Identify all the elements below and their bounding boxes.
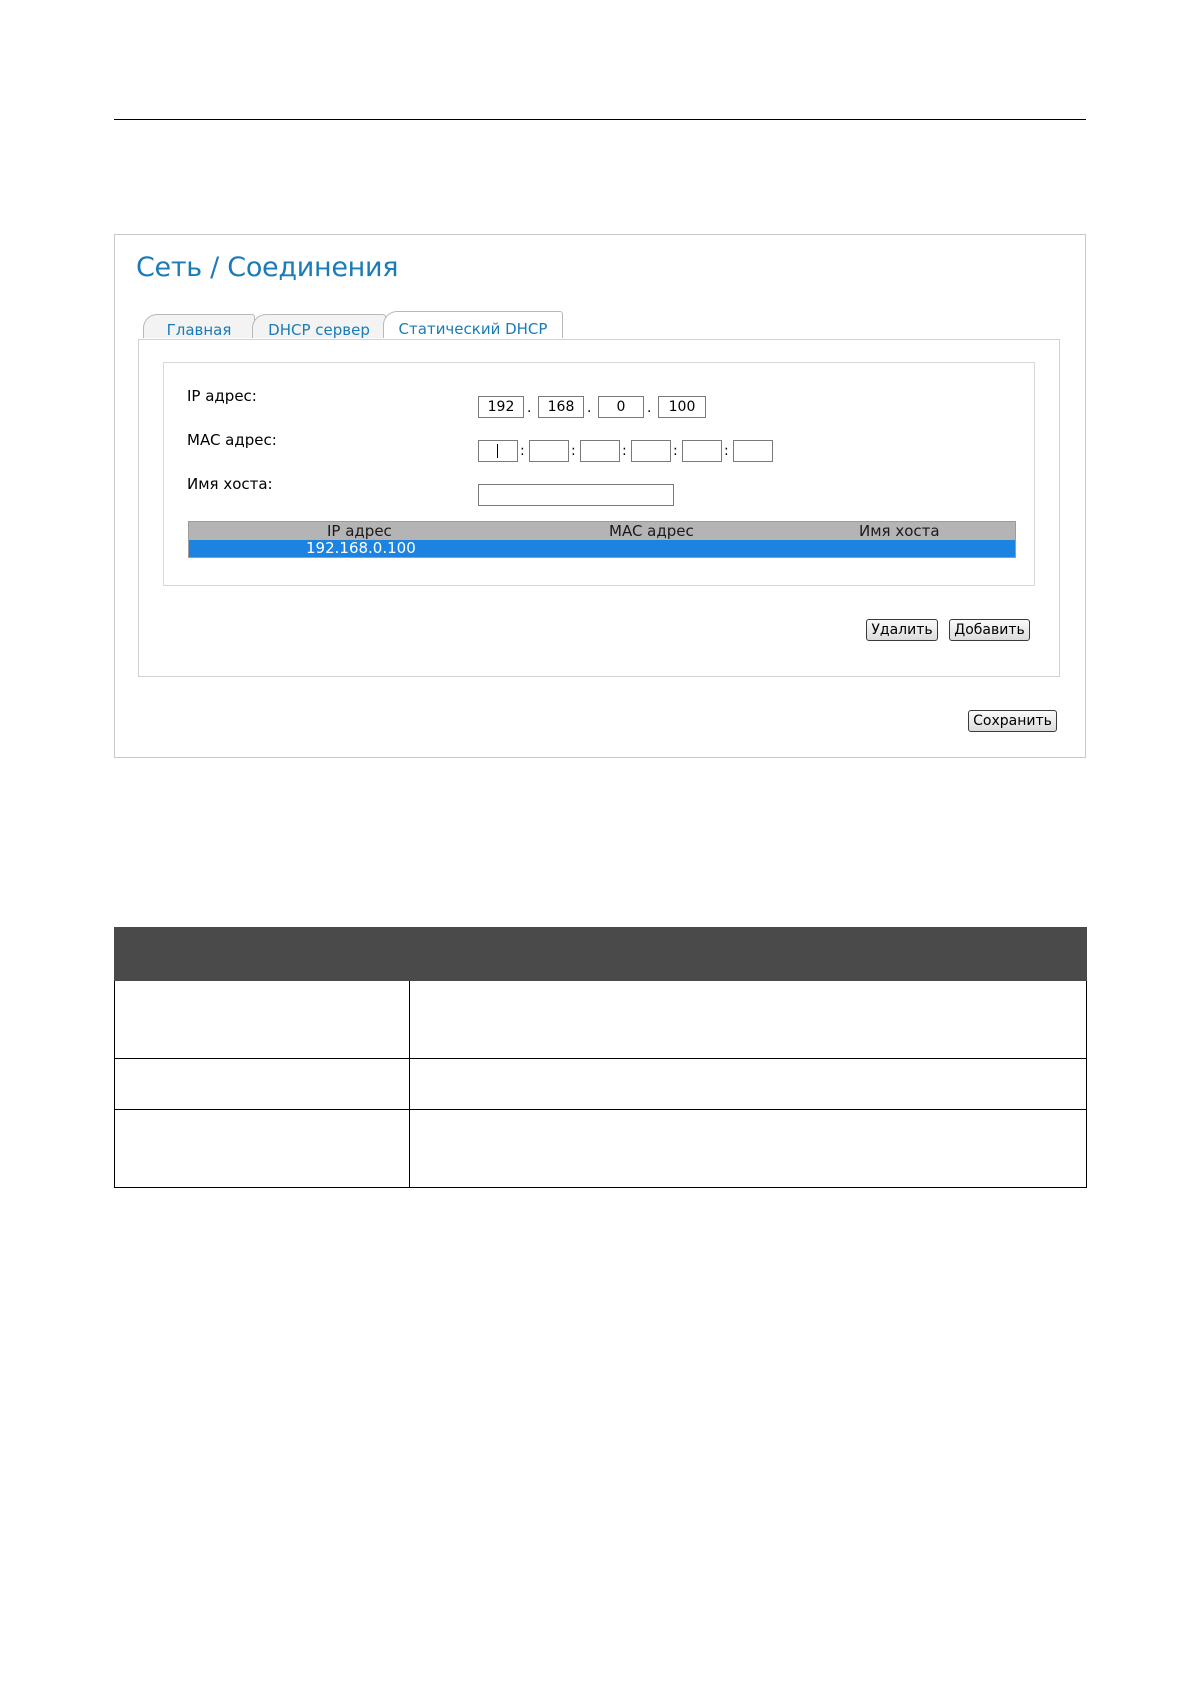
host-name-input[interactable] [478,484,674,506]
table-header-cell [409,927,1087,981]
static-leases-grid: IP адрес MAC адрес Имя хоста 192.168.0.1… [188,521,1016,558]
table-row [114,1058,1087,1110]
tab-bar: Главная DHCP сервер Статический DHCP [143,311,663,340]
mac-separator: : [571,443,576,459]
ip-separator: . [647,400,652,416]
mac-separator: : [673,443,678,459]
table-row [114,980,1087,1059]
mac-separator: : [520,443,525,459]
tab-dhcp-server[interactable]: DHCP сервер [252,314,386,339]
mac-part-4-input[interactable] [631,440,671,462]
column-header-mac: MAC адрес [609,522,694,540]
ip-separator: . [527,400,532,416]
mac-part-6-input[interactable] [733,440,773,462]
page-header-rule [114,119,1086,120]
description-cell [409,1109,1087,1188]
tab-panel: IP адрес: . . . MAC адрес: : : : : : Имя… [138,339,1060,677]
host-name-label: Имя хоста: [187,475,273,493]
ip-octet-4-input[interactable] [658,396,706,418]
column-header-ip: IP адрес [327,522,392,540]
column-header-host: Имя хоста [859,522,940,540]
description-cell [409,980,1087,1059]
table-header-cell [114,927,410,981]
ip-octet-1-input[interactable] [478,396,524,418]
table-row[interactable]: 192.168.0.100 [189,540,1015,557]
table-header-row [114,927,1087,981]
tab-main[interactable]: Главная [143,314,255,339]
row-ip-cell: 192.168.0.100 [306,539,416,557]
parameter-cell [114,1109,410,1188]
ip-address-label: IP адрес: [187,387,257,405]
mac-part-2-input[interactable] [529,440,569,462]
ip-octet-2-input[interactable] [538,396,584,418]
grid-header: IP адрес MAC адрес Имя хоста [189,522,1015,540]
mac-separator: : [724,443,729,459]
page-title: Сеть / Соединения [136,252,399,283]
mac-part-5-input[interactable] [682,440,722,462]
parameters-table [114,927,1087,1188]
mac-part-3-input[interactable] [580,440,620,462]
tab-static-dhcp[interactable]: Статический DHCP [383,311,563,338]
router-settings-screenshot: Сеть / Соединения Главная DHCP сервер Ст… [114,234,1086,758]
mac-separator: : [622,443,627,459]
table-row [114,1109,1087,1188]
mac-part-1-input[interactable] [478,440,518,462]
description-cell [409,1058,1087,1110]
ip-separator: . [587,400,592,416]
delete-button[interactable]: Удалить [866,619,938,641]
mac-address-label: MAC адрес: [187,431,277,449]
save-button[interactable]: Сохранить [968,710,1057,732]
parameter-cell [114,980,410,1059]
ip-octet-3-input[interactable] [598,396,644,418]
text-cursor [497,444,498,458]
static-dhcp-form: IP адрес: . . . MAC адрес: : : : : : Имя… [163,362,1035,586]
parameter-cell [114,1058,410,1110]
add-button[interactable]: Добавить [949,619,1030,641]
